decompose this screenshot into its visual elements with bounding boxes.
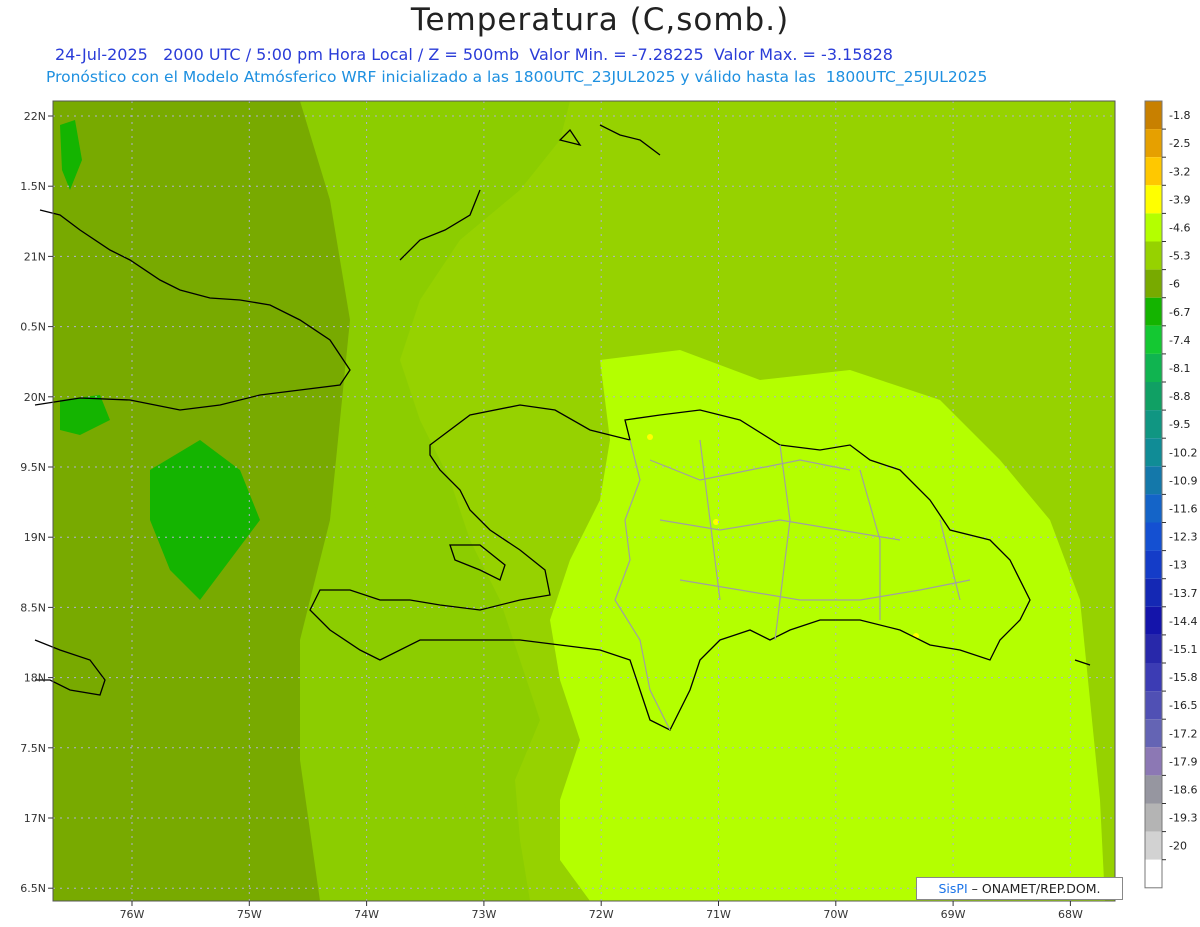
colorbar-swatch bbox=[1145, 382, 1162, 411]
lat-tick-label: 7.5N bbox=[20, 742, 46, 755]
colorbar-swatch bbox=[1145, 578, 1162, 607]
sispi-logo: SisPI bbox=[938, 881, 968, 896]
map-canvas: 76W 75W 74W 73W 72W 71W 70W 69W 68W 22N 1.5N 21N 0.… bbox=[20, 100, 1197, 921]
lon-tick-label: 71W bbox=[706, 908, 731, 921]
colorbar-label: -15.1 bbox=[1169, 643, 1197, 656]
lon-tick-label: 75W bbox=[237, 908, 262, 921]
lat-tick-label: 1.5N bbox=[20, 180, 46, 193]
colorbar-label: -4.6 bbox=[1169, 221, 1190, 234]
colorbar-label: -2.5 bbox=[1169, 137, 1190, 150]
credit-text: ONAMET/REP.DOM. bbox=[981, 881, 1101, 896]
colorbar-label: -16.5 bbox=[1169, 699, 1197, 712]
colorbar-swatch bbox=[1145, 691, 1162, 720]
colorbar-swatch bbox=[1145, 213, 1162, 242]
colorbar-swatch bbox=[1145, 129, 1162, 158]
colorbar-label: -13 bbox=[1169, 559, 1187, 572]
colorbar-swatch bbox=[1145, 831, 1162, 860]
lat-tick-label: 20N bbox=[24, 391, 46, 404]
colorbar-label: -6 bbox=[1169, 278, 1180, 291]
colorbar-swatch bbox=[1145, 185, 1162, 214]
lat-tick-label: 22N bbox=[24, 110, 46, 123]
lat-tick-label: 18N bbox=[24, 672, 46, 685]
colorbar-swatch bbox=[1145, 550, 1162, 579]
lon-tick-label: 76W bbox=[120, 908, 145, 921]
colorbar-swatch bbox=[1145, 410, 1162, 439]
latitude-axis: 22N 1.5N 21N 0.5N 20N 9.5N 19N 8.5N 18N 7.5N 17N 6.… bbox=[20, 110, 53, 895]
colorbar-swatch bbox=[1145, 719, 1162, 748]
colorbar-label: -14.4 bbox=[1169, 615, 1197, 628]
colorbar-label: -20 bbox=[1169, 840, 1187, 853]
credit-dash: – bbox=[971, 881, 982, 896]
colorbar-label: -5.3 bbox=[1169, 250, 1190, 263]
colorbar-label: -17.2 bbox=[1169, 727, 1197, 740]
colorbar-swatch bbox=[1145, 269, 1162, 298]
lon-tick-label: 72W bbox=[589, 908, 614, 921]
colorbar-swatch bbox=[1145, 241, 1162, 270]
colorbar-label: -13.7 bbox=[1169, 587, 1197, 600]
colorbar: -1.8 -2.5 -3.2 -3.9 -4.6 -5.3 -6 -6.7 -7.4 -8.1 -8… bbox=[1144, 100, 1197, 889]
colorbar-swatch bbox=[1145, 494, 1162, 523]
lon-tick-label: 69W bbox=[941, 908, 966, 921]
longitude-axis: 76W 75W 74W 73W 72W 71W 70W 69W 68W bbox=[120, 901, 1083, 921]
colorbar-swatch bbox=[1145, 325, 1162, 354]
lat-tick-label: 9.5N bbox=[20, 461, 46, 474]
colorbar-swatch bbox=[1145, 438, 1162, 467]
colorbar-swatch bbox=[1145, 101, 1162, 130]
lat-tick-label: 6.5N bbox=[20, 882, 46, 895]
lat-tick-label: 19N bbox=[24, 531, 46, 544]
colorbar-swatch bbox=[1145, 803, 1162, 832]
temperature-field bbox=[53, 101, 1115, 901]
colorbar-label: -1.8 bbox=[1169, 109, 1190, 122]
colorbar-label: -18.6 bbox=[1169, 783, 1197, 796]
credit-box: SisPI – ONAMET/REP.DOM. bbox=[916, 877, 1123, 900]
colorbar-label: -15.8 bbox=[1169, 671, 1197, 684]
colorbar-label: -7.4 bbox=[1169, 334, 1190, 347]
colorbar-swatch bbox=[1145, 634, 1162, 663]
lat-tick-label: 17N bbox=[24, 812, 46, 825]
colorbar-swatch bbox=[1145, 157, 1162, 186]
colorbar-label: -6.7 bbox=[1169, 306, 1190, 319]
colorbar-swatch bbox=[1145, 606, 1162, 635]
colorbar-swatch bbox=[1145, 859, 1162, 888]
band-minus3-2-spot bbox=[647, 434, 653, 440]
colorbar-label: -19.3 bbox=[1169, 812, 1197, 825]
colorbar-label: -12.3 bbox=[1169, 531, 1197, 544]
colorbar-swatch bbox=[1145, 775, 1162, 804]
colorbar-label: -10.9 bbox=[1169, 474, 1197, 487]
colorbar-label: -3.9 bbox=[1169, 193, 1190, 206]
colorbar-label: -8.1 bbox=[1169, 362, 1190, 375]
lat-tick-label: 21N bbox=[24, 250, 46, 263]
lon-tick-label: 73W bbox=[471, 908, 496, 921]
lon-tick-label: 74W bbox=[354, 908, 379, 921]
colorbar-label: -3.2 bbox=[1169, 165, 1190, 178]
colorbar-swatch bbox=[1145, 466, 1162, 495]
colorbar-swatch bbox=[1145, 353, 1162, 382]
colorbar-label: -11.6 bbox=[1169, 502, 1197, 515]
lon-tick-label: 68W bbox=[1058, 908, 1083, 921]
lat-tick-label: 8.5N bbox=[20, 601, 46, 614]
colorbar-label: -10.2 bbox=[1169, 446, 1197, 459]
colorbar-swatch bbox=[1145, 747, 1162, 776]
colorbar-label: -9.5 bbox=[1169, 418, 1190, 431]
colorbar-swatch bbox=[1145, 297, 1162, 326]
colorbar-swatch bbox=[1145, 522, 1162, 551]
lon-tick-label: 70W bbox=[823, 908, 848, 921]
colorbar-label: -8.8 bbox=[1169, 390, 1190, 403]
colorbar-swatch bbox=[1145, 663, 1162, 692]
lat-tick-label: 0.5N bbox=[20, 321, 46, 334]
colorbar-label: -17.9 bbox=[1169, 755, 1197, 768]
